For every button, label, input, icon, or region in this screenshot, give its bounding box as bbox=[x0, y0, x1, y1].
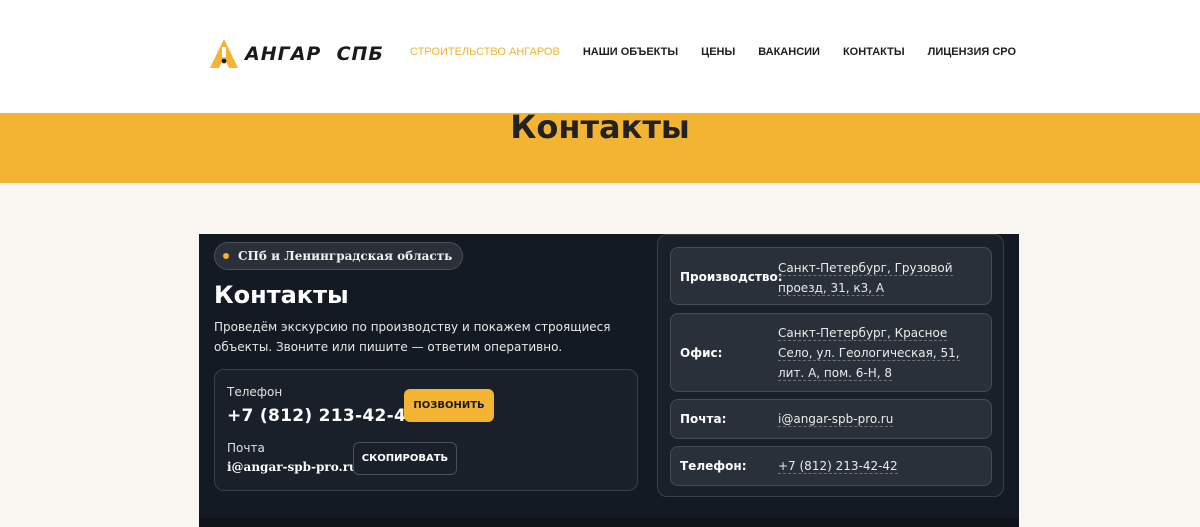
mail-label: Почта bbox=[227, 441, 265, 455]
detail-value: Санкт-Петербург, Красное Село, ул. Геоло… bbox=[778, 326, 960, 381]
contacts-card: СПб и Ленинградская область Контакты Про… bbox=[199, 234, 1019, 527]
nav-license[interactable]: ЛИЦЕНЗИЯ СРО bbox=[928, 46, 1016, 58]
region-badge: СПб и Ленинградская область bbox=[214, 242, 464, 270]
detail-value[interactable]: +7 (812) 213-42-42 bbox=[778, 456, 983, 476]
page-title: Контакты bbox=[510, 108, 690, 146]
site-header: АНГАР СПБ СТРОИТЕЛЬСТВО АНГАРОВ НАШИ ОБЪ… bbox=[0, 0, 1200, 113]
detail-key: Офис: bbox=[680, 346, 723, 360]
nav-construction[interactable]: СТРОИТЕЛЬСТВО АНГАРОВ bbox=[410, 46, 560, 58]
phone-label: Телефон bbox=[227, 385, 283, 399]
detail-row-production: Производство: Санкт-Петербург, Грузовой … bbox=[670, 247, 992, 305]
detail-key: Почта: bbox=[680, 412, 727, 426]
phone-number[interactable]: +7 (812) 213-42-42 bbox=[227, 406, 418, 426]
region-badge-label: СПб и Ленинградская область bbox=[238, 249, 453, 263]
call-button[interactable]: ПОЗВОНИТЬ bbox=[404, 389, 494, 422]
logo[interactable]: АНГАР СПБ bbox=[209, 38, 384, 70]
nav-prices[interactable]: ЦЕНЫ bbox=[701, 46, 735, 58]
mail-address[interactable]: i@angar-spb-pro.ru bbox=[227, 460, 358, 474]
nav-contacts[interactable]: КОНТАКТЫ bbox=[843, 46, 905, 58]
nav-objects[interactable]: НАШИ ОБЪЕКТЫ bbox=[583, 46, 678, 58]
detail-value[interactable]: i@angar-spb-pro.ru bbox=[778, 409, 983, 429]
contacts-description: Проведём экскурсию по производству и пок… bbox=[214, 320, 611, 354]
copy-button[interactable]: СКОПИРОВАТЬ bbox=[353, 442, 457, 475]
contact-box: Телефон +7 (812) 213-42-42 ПОЗВОНИТЬ Поч… bbox=[214, 369, 638, 491]
detail-row-office: Офис: Санкт-Петербург, Красное Село, ул.… bbox=[670, 313, 992, 392]
detail-key: Телефон: bbox=[680, 459, 747, 473]
logo-icon bbox=[209, 38, 239, 70]
detail-value: Санкт-Петербург, Грузовой проезд, 31, к3… bbox=[778, 261, 953, 296]
logo-text: АНГАР СПБ bbox=[245, 43, 384, 65]
main-nav: СТРОИТЕЛЬСТВО АНГАРОВ НАШИ ОБЪЕКТЫ ЦЕНЫ … bbox=[410, 46, 1039, 58]
detail-row-mail: Почта: i@angar-spb-pro.ru bbox=[670, 399, 992, 439]
card-footer-strip bbox=[199, 518, 1019, 527]
nav-vacancies[interactable]: ВАКАНСИИ bbox=[758, 46, 820, 58]
details-panel: Производство: Санкт-Петербург, Грузовой … bbox=[657, 234, 1004, 497]
detail-row-phone: Телефон: +7 (812) 213-42-42 bbox=[670, 446, 992, 486]
detail-key: Производство: bbox=[680, 270, 783, 284]
contacts-heading: Контакты bbox=[214, 281, 349, 309]
dot-icon bbox=[223, 253, 229, 259]
